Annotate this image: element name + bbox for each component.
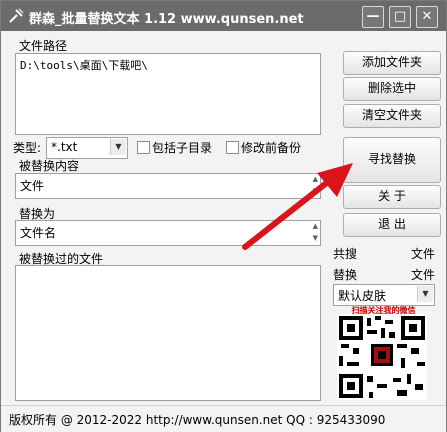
chevron-down-icon: ▼ — [110, 139, 126, 155]
window-title: 群森_批量替换文本 1.12 www.qunsen.net — [29, 12, 304, 27]
searched-unit: 文件 — [411, 247, 436, 261]
type-select-value: *.txt — [51, 140, 78, 154]
type-select[interactable]: *.txt ▼ — [46, 137, 128, 159]
close-button[interactable]: ✕ — [416, 6, 438, 28]
app-window: 群森_批量替换文本 1.12 www.qunsen.net — □ ✕ 文件路径… — [0, 0, 447, 432]
replace-with-value: 文件名 — [20, 226, 57, 240]
minimize-button[interactable]: — — [362, 6, 384, 28]
title-bar[interactable]: 群森_批量替换文本 1.12 www.qunsen.net — □ ✕ — [1, 1, 446, 31]
app-tools-icon — [9, 8, 24, 23]
delete-selected-button[interactable]: 删除选中 — [343, 77, 441, 101]
replaced-content-label: 被替换内容 — [19, 159, 80, 173]
include-subdirs-label: 包括子目录 — [152, 141, 213, 155]
replaced-files-list[interactable] — [15, 265, 321, 401]
file-path-label: 文件路径 — [19, 39, 68, 53]
clear-folder-button[interactable]: 清空文件夹 — [343, 104, 441, 128]
backup-before-checkbox[interactable] — [226, 141, 239, 154]
type-label: 类型: — [13, 141, 42, 155]
status-text: 版权所有 @ 2012-2022 http://www.qunsen.net Q… — [9, 413, 386, 427]
status-bar: 版权所有 @ 2012-2022 http://www.qunsen.net Q… — [1, 405, 446, 432]
maximize-button[interactable]: □ — [389, 6, 411, 28]
chevron-down-icon: ▼ — [417, 286, 433, 302]
skin-select[interactable]: 默认皮肤 ▼ — [333, 284, 435, 306]
qr-code-image — [337, 314, 427, 400]
add-folder-button[interactable]: 添加文件夹 — [343, 51, 441, 75]
pointer-arrow-icon — [242, 163, 353, 250]
include-subdirs-checkbox[interactable] — [137, 141, 150, 154]
file-path-list[interactable]: D:\tools\桌面\下载吧\ — [15, 53, 321, 135]
replaced-content-value: 文件 — [20, 179, 45, 193]
replaced-count-label: 替换 — [333, 268, 358, 282]
skin-select-value: 默认皮肤 — [338, 289, 387, 303]
replaced-count-unit: 文件 — [411, 268, 436, 282]
file-path-value: D:\tools\桌面\下载吧\ — [20, 59, 148, 72]
